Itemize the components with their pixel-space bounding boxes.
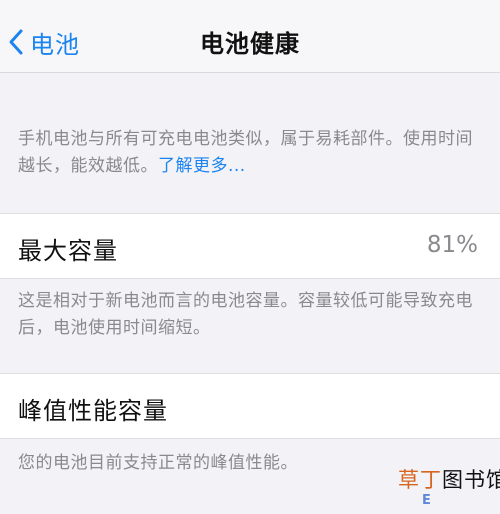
peak-performance-label: 峰值性能容量 <box>18 397 168 425</box>
max-capacity-row: 最大容量 81% <box>0 213 500 279</box>
peak-performance-row: 峰值性能容量 <box>0 373 500 439</box>
watermark: 草丁图书馆 <box>398 464 500 494</box>
intro-footnote: 手机电池与所有可充电电池类似，属于易耗部件。使用时间越长，能效越低。了解更多..… <box>18 126 488 180</box>
watermark-part-b: 图书馆 <box>442 468 500 492</box>
navigation-bar: 电池 电池健康 <box>0 0 500 73</box>
watermark-logo-icon: E <box>422 493 431 508</box>
max-capacity-value: 81% <box>426 232 478 258</box>
watermark-part-a: 草丁 <box>398 468 442 492</box>
max-capacity-footnote: 这是相对于新电池而言的电池容量。容量较低可能导致充电后，电池使用时间缩短。 <box>18 291 473 338</box>
max-capacity-label: 最大容量 <box>18 237 118 265</box>
learn-more-link[interactable]: 了解更多... <box>158 156 246 176</box>
page-title: 电池健康 <box>200 30 300 58</box>
